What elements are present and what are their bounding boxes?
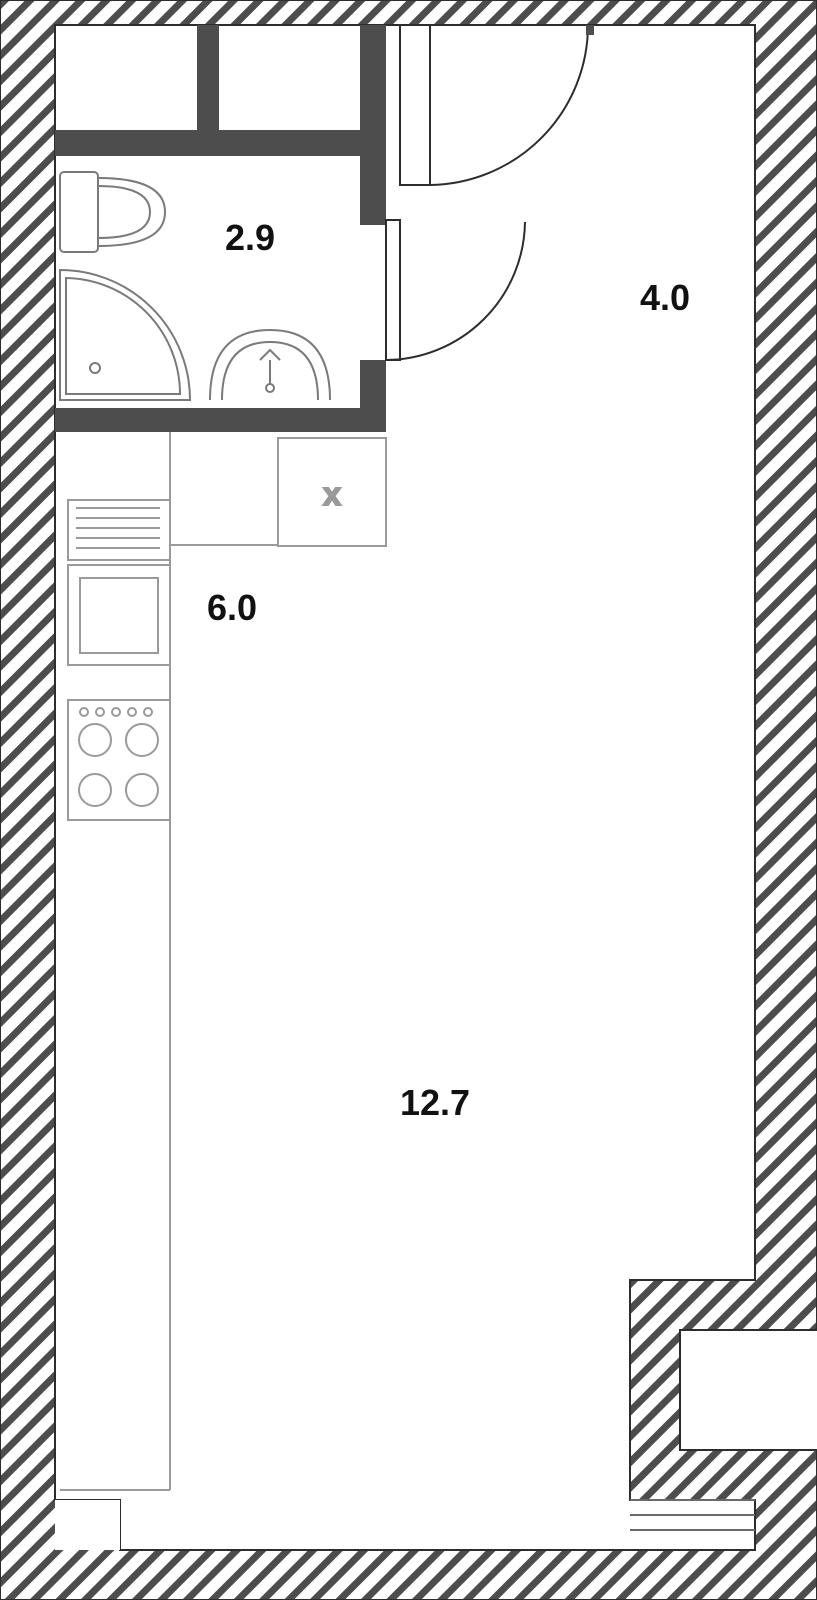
kitchen-area-label: 6.0 (207, 587, 257, 628)
hall-area-label: 4.0 (640, 277, 690, 318)
living-area-label: 12.7 (400, 1082, 470, 1123)
exterior-wall (0, 0, 817, 1600)
sink-box-icon: x (278, 438, 386, 546)
sink-marker: x (323, 476, 341, 512)
floorplan: x (0, 0, 817, 1600)
bathroom-area-label: 2.9 (225, 217, 275, 258)
